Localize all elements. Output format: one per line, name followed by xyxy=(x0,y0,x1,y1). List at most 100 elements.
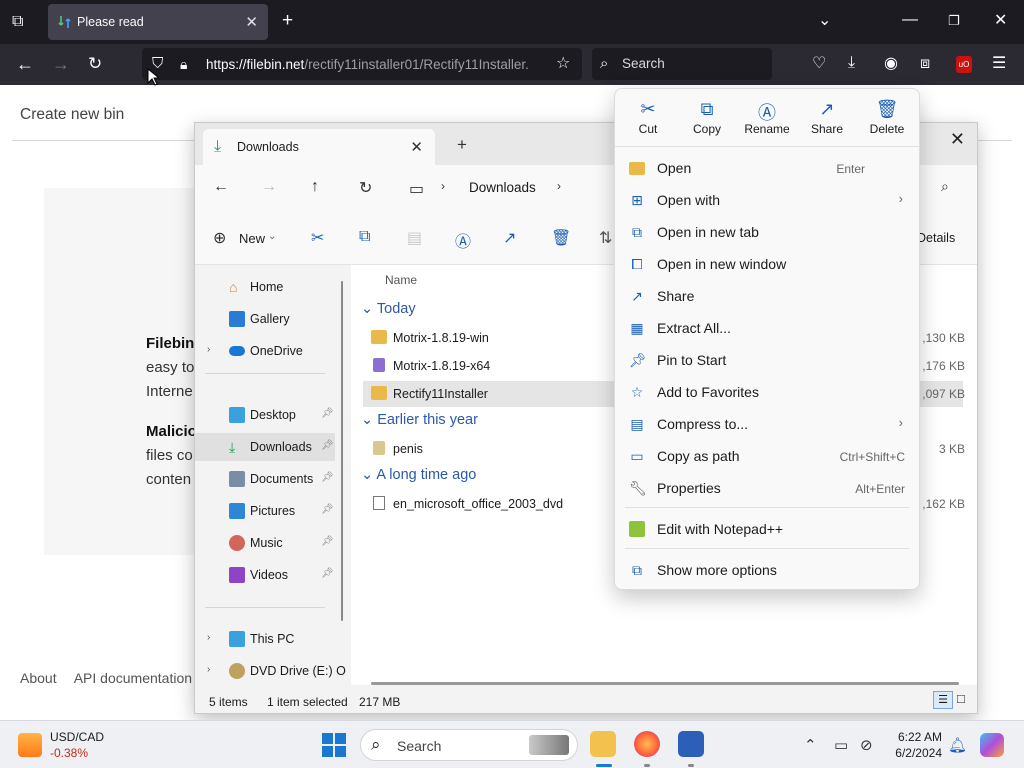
sort-icon[interactable]: ⇅ xyxy=(599,228,612,248)
menu-item-add-to-favorites[interactable]: ☆ Add to Favorites xyxy=(615,376,919,408)
group-header-a-long-time-ago[interactable]: ⌄ A long time ago xyxy=(361,467,476,483)
back-icon[interactable]: ← xyxy=(16,55,34,73)
refresh-icon[interactable]: ↻ xyxy=(359,178,372,198)
nav-item-downloads[interactable]: ⤓ Downloads 📌︎ xyxy=(195,433,335,461)
copy-icon[interactable]: ⧉ xyxy=(359,228,370,246)
chevron-up-icon[interactable]: ⌃ xyxy=(804,736,817,754)
notification-bell-icon[interactable]: 🔔︎ xyxy=(948,736,967,754)
details-view-icon[interactable]: ☰ xyxy=(933,691,953,709)
nav-scrollbar[interactable] xyxy=(341,281,343,621)
menu-icon[interactable]: ☰ xyxy=(992,56,1006,72)
nav-item-videos[interactable]: Videos 📌︎ xyxy=(195,561,335,589)
clock-date[interactable]: 6/2/2024 xyxy=(886,746,942,760)
chevron-right-icon[interactable]: › xyxy=(557,179,561,193)
up-icon[interactable]: ↑ xyxy=(311,178,319,196)
close-tab-icon[interactable]: ✕ xyxy=(245,13,258,31)
bookmark-star-icon[interactable]: ☆ xyxy=(556,56,570,72)
explorer-tab-downloads[interactable]: ⤓ Downloads ✕ xyxy=(203,129,435,165)
delete-quick-action[interactable]: 🗑︎ Delete xyxy=(859,99,915,136)
menu-item-compress-to[interactable]: ▤ Compress to... › xyxy=(615,408,919,440)
pocket-icon[interactable]: ♡ xyxy=(812,56,826,72)
nav-item-music[interactable]: Music 📌︎ xyxy=(195,529,335,557)
chevron-right-icon[interactable]: › xyxy=(207,664,210,675)
nav-item-this-pc[interactable]: › This PC xyxy=(195,625,335,653)
chevron-right-icon[interactable]: › xyxy=(207,632,210,643)
taskbar-search-box[interactable]: ⌕ Search xyxy=(360,729,578,761)
pin-icon[interactable]: 📌︎ xyxy=(321,472,334,483)
rename-quick-action[interactable]: Ⓐ Rename xyxy=(739,99,795,136)
close-window-icon[interactable]: ✕ xyxy=(950,129,965,150)
browser-search-bar[interactable]: ⌕ Search xyxy=(592,48,772,80)
restore-icon[interactable]: ❐ xyxy=(948,13,960,29)
search-icon[interactable]: ⌕ xyxy=(941,178,949,195)
new-icon[interactable]: ⊕ xyxy=(213,228,226,248)
breadcrumb[interactable]: ▭ › Downloads › xyxy=(399,171,609,203)
extensions-icon[interactable]: ⧈ xyxy=(920,56,930,72)
display-icon[interactable]: ▭ xyxy=(834,736,848,754)
new-button[interactable]: New xyxy=(239,231,265,246)
word-taskbar-icon[interactable] xyxy=(678,731,704,757)
new-tab-icon[interactable]: + xyxy=(457,135,467,155)
share-quick-action[interactable]: ↗ Share xyxy=(799,99,855,136)
browser-tab-please-read[interactable]: Please read ✕ xyxy=(48,4,268,40)
details-button[interactable]: Details xyxy=(917,231,955,245)
create-new-bin-link[interactable]: Create new bin xyxy=(20,106,124,124)
list-all-tabs-icon[interactable]: ⌄ xyxy=(818,13,831,29)
menu-item-share[interactable]: ↗ Share xyxy=(615,280,919,312)
paste-icon[interactable]: ▤ xyxy=(407,228,422,248)
menu-item-edit-with-notepad-plus-plus[interactable]: Edit with Notepad++ xyxy=(615,513,919,545)
group-header-earlier-this-year[interactable]: ⌄ Earlier this year xyxy=(361,412,478,428)
new-tab-icon[interactable]: + xyxy=(282,11,293,30)
downloads-icon[interactable]: ⤓ xyxy=(848,55,855,71)
menu-item-open-in-new-window[interactable]: ⧠ Open in new window xyxy=(615,248,919,280)
nav-item-dvd-drive[interactable]: › DVD Drive (E:) O xyxy=(195,657,346,685)
tiles-view-icon[interactable]: □ xyxy=(957,691,965,706)
breadcrumb-downloads[interactable]: Downloads xyxy=(469,180,536,195)
pin-icon[interactable]: 📌︎ xyxy=(321,504,334,515)
stock-widget-icon[interactable] xyxy=(18,733,42,757)
chevron-right-icon[interactable]: › xyxy=(441,179,445,193)
cut-quick-action[interactable]: ✂ Cut xyxy=(620,99,676,136)
url-bar[interactable]: ⛉ 🔒︎ https://filebin.net/rectify11instal… xyxy=(142,48,582,80)
delete-icon[interactable]: 🗑︎ xyxy=(551,228,571,248)
pin-icon[interactable]: 📌︎ xyxy=(321,408,334,419)
reload-icon[interactable]: ↻ xyxy=(88,55,102,72)
nav-item-desktop[interactable]: Desktop 📌︎ xyxy=(195,401,335,429)
close-tab-icon[interactable]: ✕ xyxy=(410,138,423,156)
rename-icon[interactable]: Ⓐ xyxy=(455,228,471,252)
api-documentation-link[interactable]: API documentation xyxy=(74,670,192,686)
ublock-origin-icon[interactable]: uO xyxy=(956,56,972,73)
menu-item-show-more-options[interactable]: ⧉ Show more options xyxy=(615,554,919,586)
pin-icon[interactable]: 📌︎ xyxy=(321,568,334,579)
copilot-icon[interactable] xyxy=(980,733,1004,757)
forward-icon[interactable]: → xyxy=(261,178,277,196)
close-window-icon[interactable]: ✕ xyxy=(994,13,1007,29)
file-explorer-taskbar-icon[interactable] xyxy=(590,731,616,757)
menu-item-open-in-new-tab[interactable]: ⧉ Open in new tab xyxy=(615,216,919,248)
account-icon[interactable]: ◉ xyxy=(884,56,898,72)
menu-item-copy-as-path[interactable]: ▭ Copy as path Ctrl+Shift+C xyxy=(615,440,919,472)
menu-item-properties[interactable]: 🔧︎ Properties Alt+Enter xyxy=(615,472,919,504)
copy-quick-action[interactable]: ⧉ Copy xyxy=(679,99,735,136)
column-header-name[interactable]: Name xyxy=(385,273,417,287)
menu-item-open-with[interactable]: ⊞ Open with › xyxy=(615,184,919,216)
tab-list-icon[interactable]: ⧉ xyxy=(12,14,23,30)
about-link[interactable]: About xyxy=(20,670,57,686)
share-icon[interactable]: ↗ xyxy=(503,228,516,248)
back-icon[interactable]: ← xyxy=(213,178,229,196)
clock-time[interactable]: 6:22 AM xyxy=(886,730,942,744)
ticker-name[interactable]: USD/CAD xyxy=(50,730,104,744)
lock-icon[interactable]: 🔒︎ xyxy=(180,56,187,72)
nav-item-documents[interactable]: Documents 📌︎ xyxy=(195,465,335,493)
forward-icon[interactable]: → xyxy=(52,55,70,73)
nav-item-pictures[interactable]: Pictures 📌︎ xyxy=(195,497,335,525)
chevron-down-icon[interactable]: ⌄ xyxy=(268,231,276,242)
menu-item-open[interactable]: Open Enter xyxy=(615,152,919,184)
group-header-today[interactable]: ⌄ Today xyxy=(361,301,416,317)
pin-icon[interactable]: 📌︎ xyxy=(321,440,334,451)
nav-item-onedrive[interactable]: › OneDrive xyxy=(195,337,335,365)
cut-icon[interactable]: ✂ xyxy=(311,228,324,248)
url-text[interactable]: https://filebin.net/rectify11installer01… xyxy=(206,57,546,72)
minimize-icon[interactable]: — xyxy=(902,12,918,28)
nav-item-home[interactable]: ⌂ Home xyxy=(195,273,335,301)
